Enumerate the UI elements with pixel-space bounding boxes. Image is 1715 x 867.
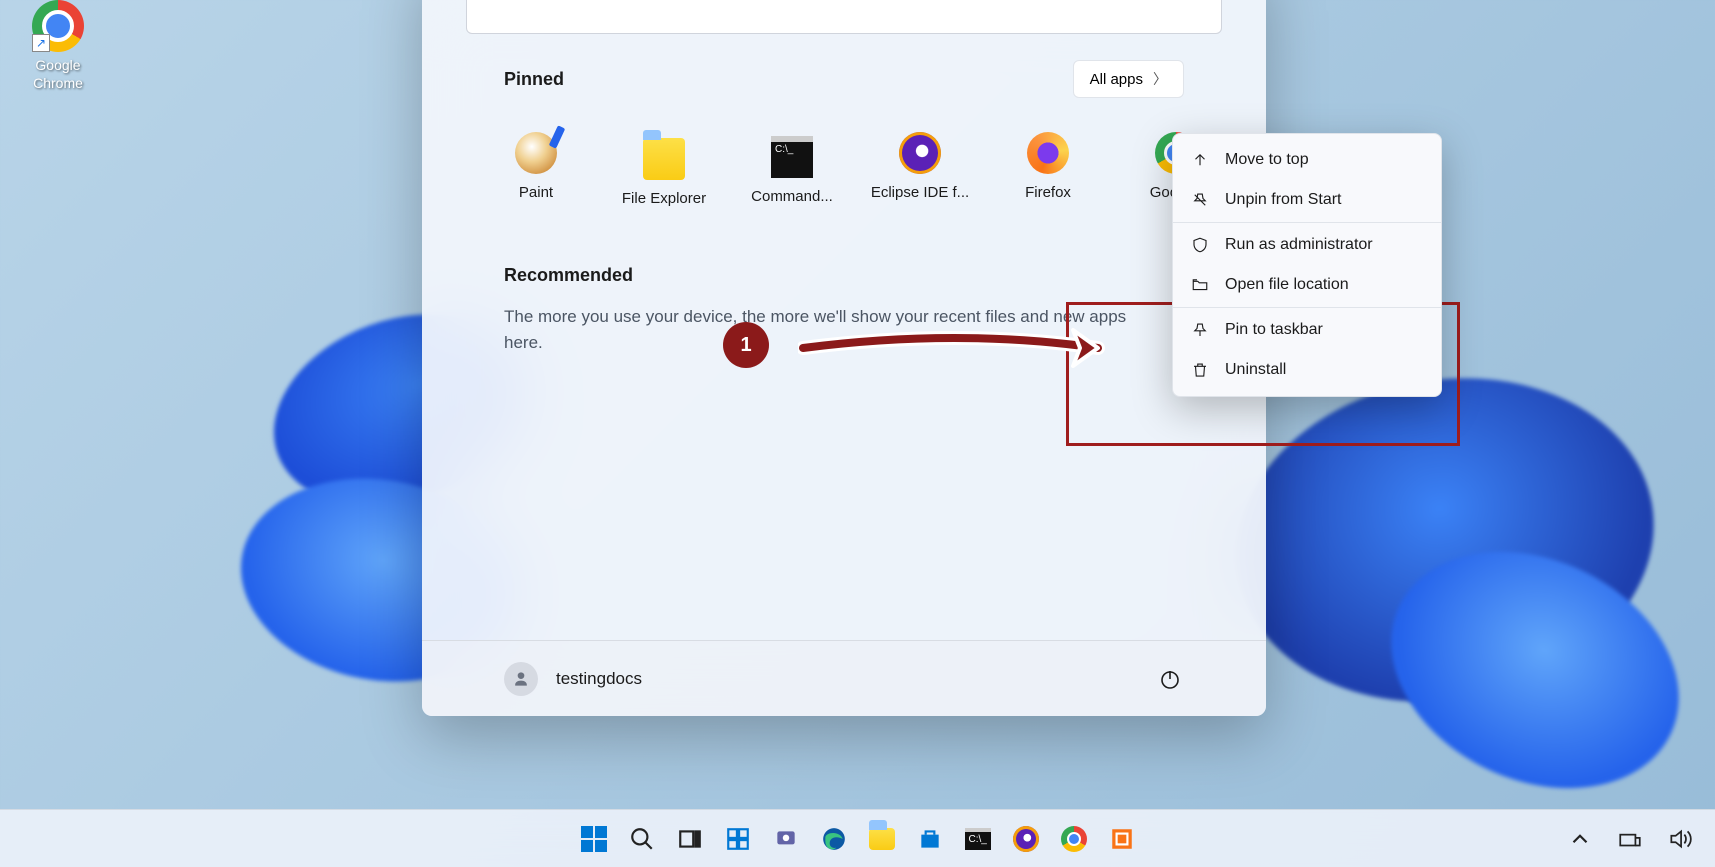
ctx-label: Run as administrator: [1225, 236, 1373, 254]
ctx-label: Open file location: [1225, 276, 1349, 294]
taskbar-eclipse[interactable]: [1009, 822, 1043, 856]
pinned-app-command-prompt[interactable]: Command...: [730, 126, 854, 213]
taskbar-screenshot-tool[interactable]: [1105, 822, 1139, 856]
pinned-app-firefox[interactable]: Firefox: [986, 126, 1110, 213]
ctx-run-as-admin[interactable]: Run as administrator: [1173, 225, 1441, 265]
file-explorer-icon: [643, 138, 685, 180]
taskbar-store[interactable]: [913, 822, 947, 856]
arrow-up-icon: [1191, 151, 1209, 169]
shield-icon: [1191, 236, 1209, 254]
ctx-open-file-location[interactable]: Open file location: [1173, 265, 1441, 305]
app-label: Eclipse IDE f...: [860, 184, 980, 201]
ctx-label: Pin to taskbar: [1225, 321, 1323, 339]
unpin-icon: [1191, 191, 1209, 209]
user-name-label: testingdocs: [556, 669, 642, 689]
paint-icon: [515, 132, 557, 174]
ctx-unpin-from-start[interactable]: Unpin from Start: [1173, 180, 1441, 220]
app-label: Firefox: [988, 184, 1108, 201]
command-prompt-icon: [771, 136, 813, 178]
ctx-pin-to-taskbar[interactable]: Pin to taskbar: [1173, 310, 1441, 350]
ctx-separator: [1173, 307, 1441, 308]
recommended-hint: The more you use your device, the more w…: [504, 304, 1164, 355]
pinned-app-paint[interactable]: Paint: [474, 126, 598, 213]
user-account-button[interactable]: testingdocs: [504, 662, 642, 696]
taskbar: .tb-icon .chrome-circle::before{width:10…: [0, 809, 1715, 867]
recommended-section: Recommended The more you use your device…: [422, 213, 1266, 355]
start-menu-footer: testingdocs: [422, 640, 1266, 716]
taskbar-chrome[interactable]: .tb-icon .chrome-circle::before{width:10…: [1057, 822, 1091, 856]
app-label: File Explorer: [604, 190, 724, 207]
ctx-label: Unpin from Start: [1225, 191, 1341, 209]
desktop-icon-chrome[interactable]: ↗ GoogleChrome: [18, 0, 98, 92]
context-menu: Move to top Unpin from Start Run as admi…: [1172, 133, 1442, 397]
pinned-apps-grid: Paint File Explorer Command... Eclipse I…: [422, 98, 1266, 213]
taskbar-task-view[interactable]: [673, 822, 707, 856]
taskbar-volume-icon[interactable]: [1663, 822, 1697, 856]
recommended-heading: Recommended: [504, 265, 1184, 286]
avatar-icon: [504, 662, 538, 696]
pinned-app-file-explorer[interactable]: File Explorer: [602, 126, 726, 213]
taskbar-network-icon[interactable]: [1613, 822, 1647, 856]
start-button[interactable]: [577, 822, 611, 856]
taskbar-overflow[interactable]: [1563, 822, 1597, 856]
desktop-icon-label: GoogleChrome: [18, 56, 98, 92]
taskbar-chat[interactable]: [769, 822, 803, 856]
start-menu: Pinned All apps 〉 Paint File Explorer Co…: [422, 0, 1266, 716]
folder-open-icon: [1191, 276, 1209, 294]
ctx-move-to-top[interactable]: Move to top: [1173, 140, 1441, 180]
shortcut-overlay-icon: ↗: [32, 34, 50, 52]
firefox-icon: [1027, 132, 1069, 174]
app-label: Paint: [476, 184, 596, 201]
ctx-label: Move to top: [1225, 151, 1309, 169]
ctx-uninstall[interactable]: Uninstall: [1173, 350, 1441, 390]
taskbar-search-button[interactable]: [625, 822, 659, 856]
app-label: Command...: [732, 188, 852, 205]
ctx-separator: [1173, 222, 1441, 223]
eclipse-icon: [899, 132, 941, 174]
all-apps-label: All apps: [1090, 71, 1143, 88]
chevron-right-icon: 〉: [1153, 69, 1167, 89]
taskbar-terminal[interactable]: [961, 822, 995, 856]
chrome-icon: ↗: [32, 0, 84, 52]
pinned-heading: Pinned: [504, 69, 564, 90]
all-apps-button[interactable]: All apps 〉: [1073, 60, 1184, 98]
taskbar-edge[interactable]: [817, 822, 851, 856]
trash-icon: [1191, 361, 1209, 379]
taskbar-widgets[interactable]: [721, 822, 755, 856]
pin-icon: [1191, 321, 1209, 339]
ctx-label: Uninstall: [1225, 361, 1286, 379]
taskbar-file-explorer[interactable]: [865, 822, 899, 856]
search-input[interactable]: [466, 0, 1222, 34]
power-button[interactable]: [1156, 665, 1184, 693]
pinned-app-eclipse[interactable]: Eclipse IDE f...: [858, 126, 982, 213]
